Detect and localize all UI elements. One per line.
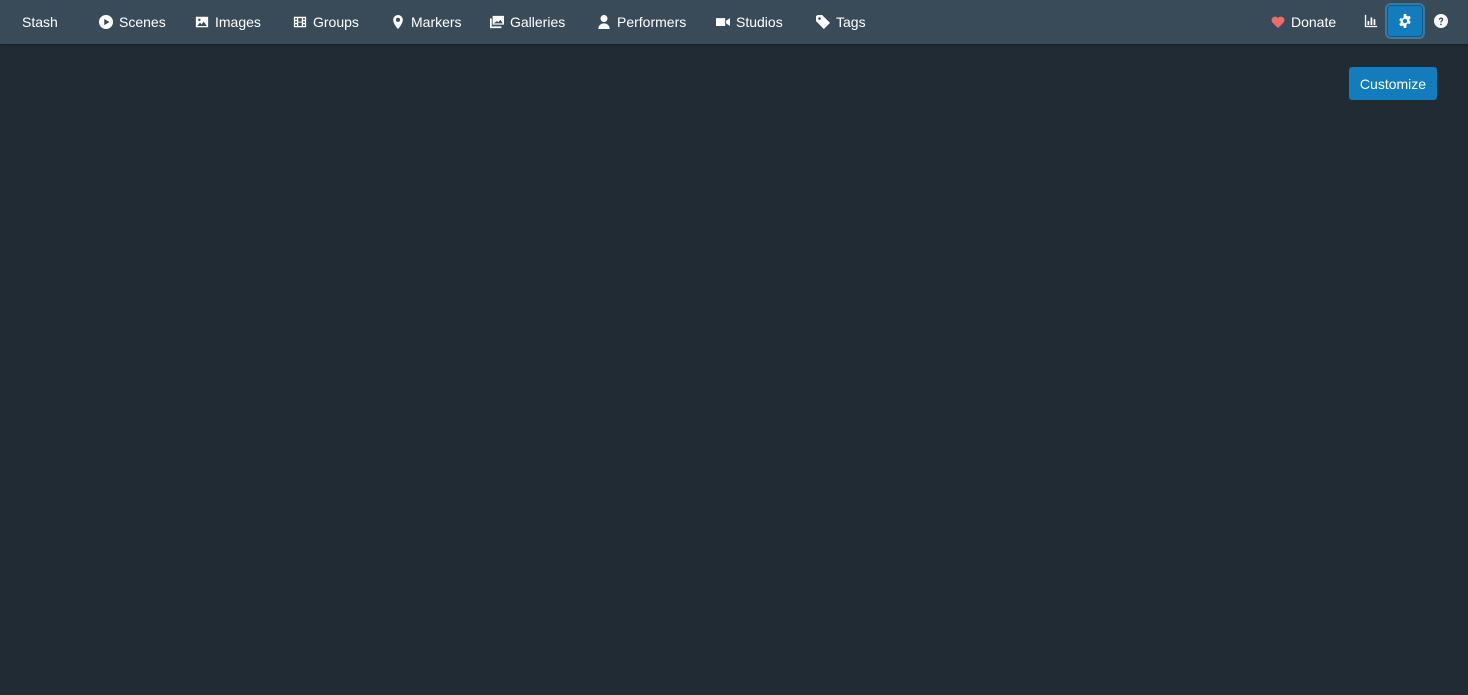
play-circle-icon: [99, 15, 113, 29]
nav-item-groups[interactable]: Groups: [293, 0, 359, 44]
map-marker-icon: [393, 15, 403, 29]
user-icon: [598, 15, 610, 29]
nav-item-label: Studios: [736, 14, 783, 30]
help-button[interactable]: [1423, 5, 1459, 37]
film-icon: [293, 16, 307, 28]
nav-item-scenes[interactable]: Scenes: [99, 0, 166, 44]
tag-icon: [816, 15, 830, 29]
nav-item-label: Images: [215, 14, 261, 30]
brand-link[interactable]: Stash: [22, 0, 58, 44]
settings-button[interactable]: [1387, 5, 1423, 37]
donate-label: Donate: [1291, 14, 1337, 30]
top-navbar: Stash Scenes Images Groups Markers Galle…: [0, 0, 1468, 44]
nav-item-label: Tags: [836, 14, 866, 30]
stats-button[interactable]: [1353, 5, 1389, 37]
nav-item-performers[interactable]: Performers: [597, 0, 686, 44]
nav-item-images[interactable]: Images: [195, 0, 261, 44]
chart-bar-icon: [1364, 14, 1378, 28]
video-icon: [716, 18, 730, 26]
nav-item-markers[interactable]: Markers: [391, 0, 462, 44]
nav-item-label: Galleries: [510, 14, 566, 30]
customize-button[interactable]: Customize: [1349, 67, 1437, 100]
nav-item-label: Groups: [313, 14, 359, 30]
gear-icon: [1399, 14, 1411, 28]
nav-item-label: Scenes: [119, 14, 166, 30]
question-circle-icon: [1434, 14, 1448, 28]
nav-item-galleries[interactable]: Galleries: [490, 0, 565, 44]
nav-item-studios[interactable]: Studios: [716, 0, 783, 44]
images-icon: [490, 15, 504, 29]
nav-item-label: Performers: [617, 14, 687, 30]
donate-link[interactable]: Donate: [1271, 0, 1336, 44]
image-icon: [195, 16, 209, 28]
heart-icon: [1271, 16, 1285, 29]
nav-item-label: Markers: [411, 14, 462, 30]
nav-item-tags[interactable]: Tags: [816, 0, 866, 44]
